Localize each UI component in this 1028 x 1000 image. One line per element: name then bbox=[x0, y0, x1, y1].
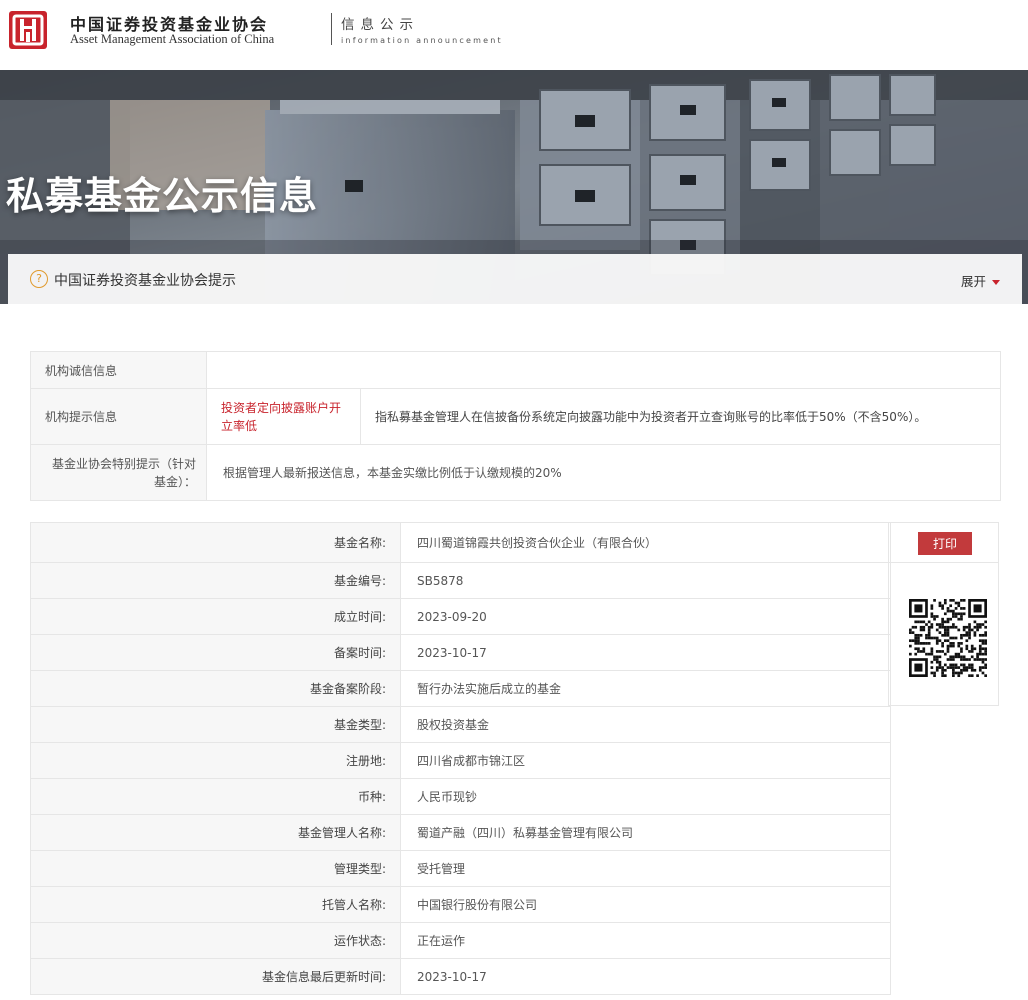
fund-row: 基金编号: SB5878 bbox=[31, 563, 890, 599]
fund-field-value: 2023-09-20 bbox=[417, 609, 487, 624]
brand-name-en: Asset Management Association of China bbox=[70, 32, 275, 46]
fund-field-value: 四川蜀道锦霞共创投资合伙企业（有限合伙） bbox=[417, 536, 658, 550]
hint-row: 机构提示信息 投资者定向披露账户开立率低 指私募基金管理人在信披备份系统定向披露… bbox=[31, 389, 1000, 445]
hint-tag: 投资者定向披露账户开立率低 bbox=[207, 389, 361, 444]
fund-field-label: 基金备案阶段: bbox=[31, 671, 401, 706]
fund-field-value: 正在运作 bbox=[417, 934, 466, 948]
expand-label: 展开 bbox=[960, 274, 986, 289]
special-row: 基金业协会特别提示（针对基金）： 根据管理人最新报送信息，本基金实缴比例低于认缴… bbox=[31, 445, 1000, 500]
section-title-en: information announcement bbox=[341, 36, 503, 45]
integrity-row: 机构诚信信息 bbox=[31, 352, 1000, 389]
fund-field-label: 托管人名称: bbox=[31, 887, 401, 922]
fund-row: 基金备案阶段: 暂行办法实施后成立的基金 bbox=[31, 671, 890, 707]
integrity-value bbox=[207, 352, 1000, 388]
fund-field-value: 蜀道产融（四川）私募基金管理有限公司 bbox=[417, 826, 634, 840]
fund-row: 币种: 人民币现钞 bbox=[31, 779, 890, 815]
fund-field-value: 2023-10-17 bbox=[417, 645, 487, 660]
fund-row: 运作状态: 正在运作 bbox=[31, 923, 890, 959]
brand-divider bbox=[331, 13, 332, 45]
fund-row: 成立时间: 2023-09-20 bbox=[31, 599, 890, 635]
fund-row: 备案时间: 2023-10-17 bbox=[31, 635, 890, 671]
fund-field-value: 中国银行股份有限公司 bbox=[417, 898, 538, 912]
expand-button[interactable]: 展开 bbox=[961, 271, 1000, 290]
fund-row: 管理类型: 受托管理 bbox=[31, 851, 890, 887]
fund-field-value: 股权投资基金 bbox=[417, 718, 490, 732]
fund-field-label: 基金信息最后更新时间: bbox=[31, 959, 401, 994]
fund-row: 基金名称: 四川蜀道锦霞共创投资合伙企业（有限合伙） bbox=[31, 523, 890, 563]
fund-field-label: 币种: bbox=[31, 779, 401, 814]
special-value: 根据管理人最新报送信息，本基金实缴比例低于认缴规模的20% bbox=[223, 466, 562, 480]
fund-field-value: 暂行办法实施后成立的基金 bbox=[417, 682, 562, 696]
fund-row: 注册地: 四川省成都市锦江区 bbox=[31, 743, 890, 779]
notice-bar: ? 中国证券投资基金业协会提示 展开 bbox=[8, 254, 1022, 304]
fund-field-label: 成立时间: bbox=[31, 599, 401, 634]
fund-row: 托管人名称: 中国银行股份有限公司 bbox=[31, 887, 890, 923]
print-panel: 打印 bbox=[888, 522, 999, 706]
caret-down-icon bbox=[992, 280, 1000, 285]
credit-info-table: 机构诚信信息 机构提示信息 投资者定向披露账户开立率低 指私募基金管理人在信披备… bbox=[30, 351, 1001, 501]
fund-row: 基金类型: 股权投资基金 bbox=[31, 707, 890, 743]
fund-field-label: 管理类型: bbox=[31, 851, 401, 886]
fund-field-label: 基金编号: bbox=[31, 563, 401, 598]
page-title: 私募基金公示信息 bbox=[6, 174, 319, 218]
site-header: 中国证券投资基金业协会 Asset Management Association… bbox=[0, 0, 1028, 70]
fund-field-value: SB5878 bbox=[417, 573, 464, 588]
fund-field-label: 基金类型: bbox=[31, 707, 401, 742]
fund-field-label: 基金管理人名称: bbox=[31, 815, 401, 850]
fund-info-table: 基金名称: 四川蜀道锦霞共创投资合伙企业（有限合伙） 基金编号: SB5878 成立时间… bbox=[30, 522, 891, 995]
fund-field-label: 运作状态: bbox=[31, 923, 401, 958]
hint-description: 指私募基金管理人在信披备份系统定向披露功能中为投资者开立查询账号的比率低于50%… bbox=[375, 410, 927, 424]
fund-field-value: 四川省成都市锦江区 bbox=[417, 754, 526, 768]
fund-field-label: 基金名称: bbox=[31, 523, 401, 562]
special-label: 基金业协会特别提示（针对基金）： bbox=[31, 445, 207, 500]
fund-field-label: 备案时间: bbox=[31, 635, 401, 670]
help-icon: ? bbox=[30, 270, 48, 288]
section-title-cn: 信息公示 bbox=[341, 17, 419, 33]
fund-field-label: 注册地: bbox=[31, 743, 401, 778]
qr-code-icon[interactable] bbox=[909, 599, 987, 677]
amac-logo-icon[interactable] bbox=[8, 10, 48, 50]
notice-text: 中国证券投资基金业协会提示 bbox=[54, 273, 236, 289]
fund-field-value: 2023-10-17 bbox=[417, 969, 487, 984]
fund-row: 基金管理人名称: 蜀道产融（四川）私募基金管理有限公司 bbox=[31, 815, 890, 851]
hint-label: 机构提示信息 bbox=[31, 389, 207, 444]
fund-row: 基金信息最后更新时间: 2023-10-17 bbox=[31, 959, 890, 995]
print-button[interactable]: 打印 bbox=[918, 532, 972, 555]
fund-field-value: 受托管理 bbox=[417, 862, 466, 876]
fund-field-value: 人民币现钞 bbox=[417, 790, 478, 804]
integrity-label: 机构诚信信息 bbox=[31, 352, 207, 388]
print-panel-divider bbox=[889, 562, 998, 563]
